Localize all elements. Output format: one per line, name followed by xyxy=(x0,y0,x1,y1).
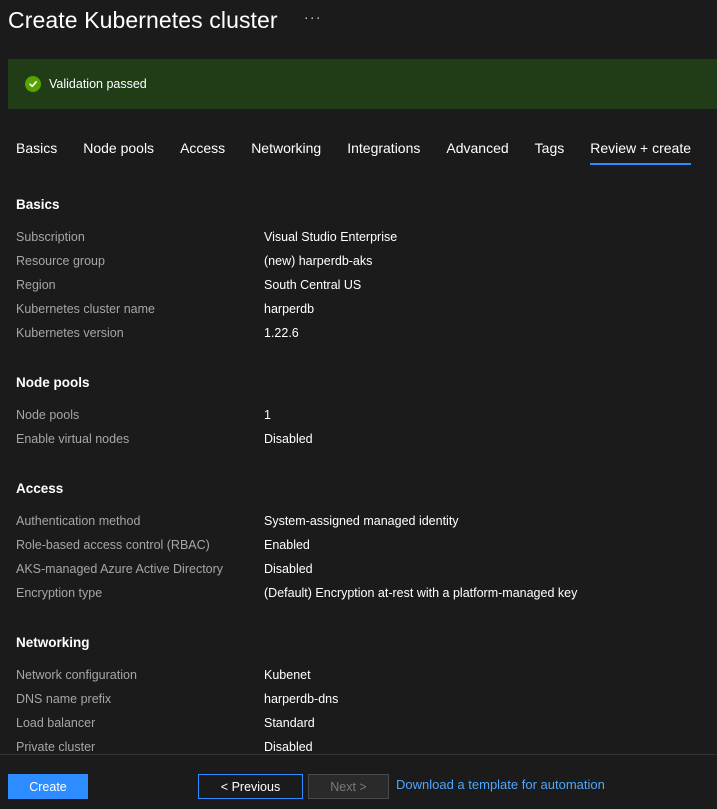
summary-row: Region South Central US xyxy=(16,273,397,297)
row-value: Disabled xyxy=(264,562,313,576)
row-value: System-assigned managed identity xyxy=(264,514,459,528)
row-label: Load balancer xyxy=(16,716,96,730)
row-label: Node pools xyxy=(16,408,80,422)
check-circle-icon xyxy=(25,76,41,92)
summary-row: Load balancer Standard xyxy=(16,711,338,735)
summary-row: Resource group (new) harperdb-aks xyxy=(16,249,397,273)
row-label: DNS name prefix xyxy=(16,692,112,706)
validation-banner: Validation passed xyxy=(8,59,717,109)
row-value: harperdb xyxy=(264,302,315,316)
validation-message: Validation passed xyxy=(49,77,147,91)
row-label: Kubernetes version xyxy=(16,326,124,340)
row-value: 1 xyxy=(264,408,271,422)
row-value: Enabled xyxy=(264,538,310,552)
tab-tags[interactable]: Tags xyxy=(535,136,565,166)
download-template-link[interactable]: Download a template for automation xyxy=(396,777,605,792)
row-label: Authentication method xyxy=(16,514,141,528)
tab-basics[interactable]: Basics xyxy=(16,136,57,166)
section-title: Access xyxy=(16,481,64,496)
wizard-tabs: Basics Node pools Access Networking Inte… xyxy=(16,136,717,168)
section-basics: Basics Subscription Visual Studio Enterp… xyxy=(16,195,397,345)
tab-access[interactable]: Access xyxy=(180,136,225,166)
summary-row: Network configuration Kubenet xyxy=(16,663,338,687)
row-value: Visual Studio Enterprise xyxy=(264,230,398,244)
row-label: Kubernetes cluster name xyxy=(16,302,155,316)
row-value: 1.22.6 xyxy=(264,326,299,340)
row-value: harperdb-dns xyxy=(264,692,339,706)
next-button[interactable]: Next > xyxy=(308,774,389,799)
tab-advanced[interactable]: Advanced xyxy=(446,136,508,166)
section-access: Access Authentication method System-assi… xyxy=(16,479,577,605)
section-title: Networking xyxy=(16,635,90,650)
more-options-icon[interactable]: ··· xyxy=(304,9,322,26)
summary-row: Enable virtual nodes Disabled xyxy=(16,427,313,451)
summary-row: Kubernetes version 1.22.6 xyxy=(16,321,397,345)
section-node-pools: Node pools Node pools 1 Enable virtual n… xyxy=(16,373,313,451)
summary-row: AKS-managed Azure Active Directory Disab… xyxy=(16,557,577,581)
row-label: Encryption type xyxy=(16,586,103,600)
summary-row: Encryption type (Default) Encryption at-… xyxy=(16,581,577,605)
create-cluster-page: Create Kubernetes cluster ··· Validation… xyxy=(0,0,717,809)
row-value: (Default) Encryption at-rest with a plat… xyxy=(264,586,578,600)
summary-row: Node pools 1 xyxy=(16,403,313,427)
footer-action-bar: Create < Previous Next > Download a temp… xyxy=(0,754,717,809)
row-label: Region xyxy=(16,278,56,292)
summary-row: Kubernetes cluster name harperdb xyxy=(16,297,397,321)
tab-review-create[interactable]: Review + create xyxy=(590,136,691,166)
page-header: Create Kubernetes cluster ··· xyxy=(8,4,322,36)
row-label: Subscription xyxy=(16,230,85,244)
create-button[interactable]: Create xyxy=(8,774,88,799)
section-title: Basics xyxy=(16,197,60,212)
row-value: Kubenet xyxy=(264,668,311,682)
previous-button[interactable]: < Previous xyxy=(198,774,303,799)
row-label: Network configuration xyxy=(16,668,137,682)
row-value: (new) harperdb-aks xyxy=(264,254,373,268)
row-value: Disabled xyxy=(264,432,313,446)
row-label: AKS-managed Azure Active Directory xyxy=(16,562,224,576)
summary-row: Authentication method System-assigned ma… xyxy=(16,509,577,533)
row-label: Resource group xyxy=(16,254,105,268)
summary-row: Subscription Visual Studio Enterprise xyxy=(16,225,397,249)
row-value: Standard xyxy=(264,716,315,730)
tab-integrations[interactable]: Integrations xyxy=(347,136,420,166)
row-label: Role-based access control (RBAC) xyxy=(16,538,210,552)
tab-networking[interactable]: Networking xyxy=(251,136,321,166)
summary-row: DNS name prefix harperdb-dns xyxy=(16,687,338,711)
tab-node-pools[interactable]: Node pools xyxy=(83,136,154,166)
row-label: Enable virtual nodes xyxy=(16,432,130,446)
summary-row: Role-based access control (RBAC) Enabled xyxy=(16,533,577,557)
section-networking: Networking Network configuration Kubenet… xyxy=(16,633,338,759)
page-title: Create Kubernetes cluster xyxy=(8,6,278,33)
row-value: South Central US xyxy=(264,278,362,292)
section-title: Node pools xyxy=(16,375,90,390)
